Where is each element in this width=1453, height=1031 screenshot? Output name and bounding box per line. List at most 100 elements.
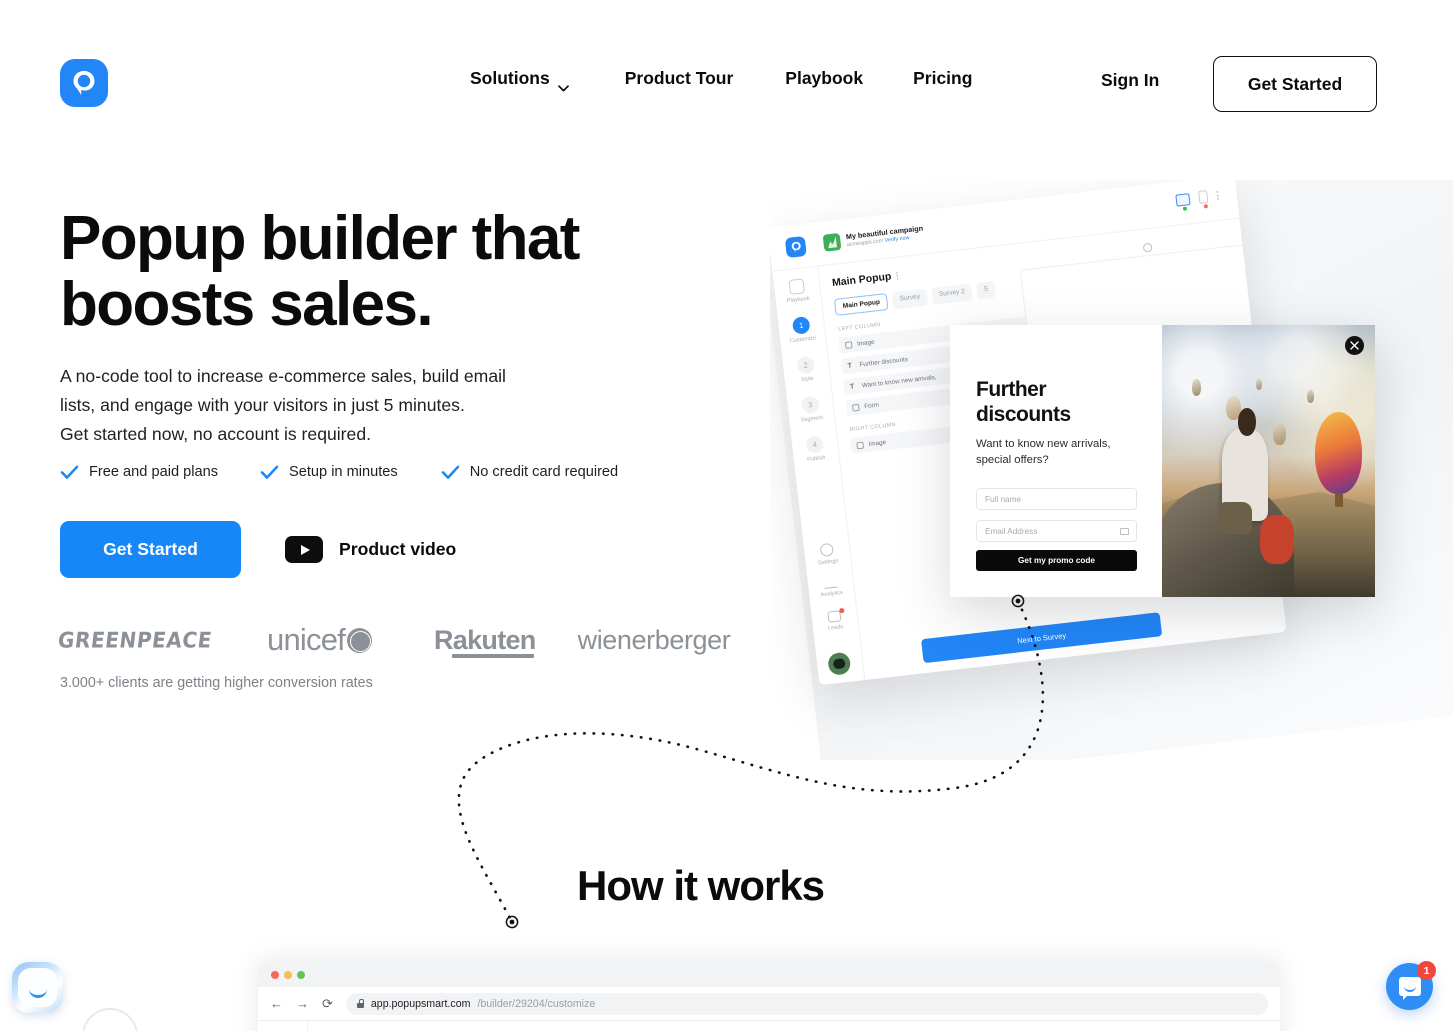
traffic-light-minimize-icon[interactable]: [284, 970, 292, 979]
nav-item-solutions[interactable]: Solutions: [470, 68, 569, 92]
reload-icon[interactable]: ⟳: [322, 997, 333, 1010]
image-icon: [844, 340, 853, 349]
sidebar-item-publish[interactable]: 4 Publish: [805, 435, 826, 463]
text-icon: T: [847, 361, 853, 370]
hero-subtitle-line-1: A no-code tool to increase e-commerce sa…: [60, 366, 506, 386]
feature-label: Free and paid plans: [89, 464, 218, 480]
arrow-left-icon[interactable]: ←: [270, 997, 283, 1010]
hero-feature-list: Free and paid plans Setup in minutes No …: [60, 464, 618, 480]
campaign-domain: acmeapps.com: [846, 238, 884, 249]
image-icon: [856, 441, 864, 449]
popupsmart-logo-icon[interactable]: [60, 59, 108, 107]
check-icon: [60, 465, 79, 480]
check-icon: [260, 465, 279, 480]
popup-heading: Further discounts: [976, 377, 1162, 427]
traffic-light-close-icon[interactable]: [271, 970, 279, 979]
popup-heading-line-1: Further: [976, 378, 1047, 401]
layer-label: Form: [863, 401, 880, 410]
campaign-verify-link[interactable]: Verify now: [884, 235, 909, 244]
step-badge: 4: [805, 435, 825, 455]
tab-survey-2[interactable]: Survey 2: [931, 283, 973, 305]
hero-subtitle: A no-code tool to increase e-commerce sa…: [60, 362, 630, 448]
tab-survey-3[interactable]: S: [975, 280, 997, 300]
popup-description-line-2: special offers?: [976, 454, 1049, 466]
app-content: [308, 1021, 1280, 1031]
smile-chat-icon[interactable]: [12, 962, 63, 1013]
browser-mockup: ← → ⟳ app.popupsmart.com/builder/29204/c…: [258, 962, 1280, 1031]
popup-preview: Further discounts Want to know new arriv…: [950, 325, 1375, 597]
desktop-icon[interactable]: [1175, 192, 1191, 211]
lock-icon: [356, 999, 365, 1008]
chat-unread-badge: 1: [1417, 961, 1436, 980]
mail-icon: [1120, 527, 1129, 535]
tab-main-popup[interactable]: Main Popup: [833, 292, 889, 316]
feature-item-no-credit-card: No credit card required: [441, 464, 618, 480]
popup-heading-line-2: discounts: [976, 403, 1071, 426]
form-icon: [851, 403, 860, 412]
sign-in-link[interactable]: Sign In: [1101, 70, 1159, 91]
browser-titlebar: [258, 962, 1280, 987]
layer-label: Further discounts: [859, 355, 909, 369]
nav-label-product-tour: Product Tour: [624, 68, 734, 88]
balloon-small: [1272, 422, 1286, 445]
nav-item-pricing[interactable]: Pricing: [913, 68, 972, 89]
chat-bubble-icon[interactable]: 1: [1386, 961, 1436, 1010]
nav-label-pricing: Pricing: [913, 68, 973, 88]
feature-label: Setup in minutes: [289, 464, 398, 480]
mobile-icon[interactable]: [1198, 190, 1209, 209]
person-figure: [1218, 407, 1269, 535]
popup-email-placeholder: Email Address: [985, 526, 1038, 536]
popup-description: Want to know new arrivals, special offer…: [976, 436, 1136, 468]
address-bar[interactable]: app.popupsmart.com/builder/29204/customi…: [345, 992, 1268, 1015]
sidebar-item-style[interactable]: 2 Style: [796, 355, 816, 384]
builder-campaign-info: My beautiful campaign acmeapps.com Verif…: [822, 224, 925, 252]
nav-item-playbook[interactable]: Playbook: [785, 68, 863, 89]
site-header: Solutions Product Tour Playbook Pricing …: [0, 0, 1453, 168]
nav-label-solutions: Solutions: [470, 68, 550, 88]
sidebar-label: Style: [800, 375, 814, 384]
main-nav: Solutions Product Tour Playbook Pricing: [470, 68, 972, 92]
balloon-small: [1191, 379, 1202, 396]
balloon-small: [1306, 390, 1315, 403]
chevron-down-icon: [557, 76, 569, 92]
sidebar-item-segment[interactable]: 3 Segment: [798, 395, 824, 424]
popup-email-field[interactable]: Email Address: [976, 520, 1137, 542]
sidebar-label: Playbook: [786, 295, 811, 305]
layer-label: Image: [856, 338, 875, 348]
popup-preview-image: [1162, 325, 1375, 597]
step-badge: 3: [800, 395, 820, 415]
panel-title-label: Main Popup: [831, 270, 892, 290]
header-get-started-button[interactable]: Get Started: [1213, 56, 1377, 112]
hero-title-line-1: Popup builder that: [60, 204, 580, 273]
tab-survey[interactable]: Survey: [891, 288, 929, 310]
kebab-menu-icon[interactable]: [1216, 190, 1220, 200]
nav-label-playbook: Playbook: [785, 68, 864, 88]
hero-title-line-2: boosts sales.: [60, 270, 434, 339]
hero-subtitle-line-3: Get started now, no account is required.: [60, 423, 372, 444]
sidebar-item-playbook[interactable]: Playbook: [785, 278, 811, 305]
url-host: app.popupsmart.com: [370, 997, 471, 1010]
kebab-menu-icon[interactable]: [895, 272, 899, 280]
sidebar-item-customize[interactable]: 1 Customize: [787, 315, 816, 344]
hero-subtitle-line-2: lists, and engage with your visitors in …: [60, 394, 465, 415]
text-icon: T: [849, 382, 855, 391]
device-toggles: [1175, 189, 1220, 211]
gear-icon: [819, 542, 834, 558]
sidebar-label: Publish: [806, 455, 826, 464]
popup-full-name-field[interactable]: Full name: [976, 488, 1137, 510]
hero-title: Popup builder that boosts sales.: [60, 206, 680, 338]
step-badge: 2: [796, 355, 816, 375]
arrow-right-icon[interactable]: →: [296, 997, 309, 1010]
product-video-link[interactable]: Product video: [285, 536, 456, 563]
app-sidebar: [258, 1021, 308, 1031]
layer-label: Want to know new arrivals,: [861, 373, 937, 389]
sidebar-label: Segment: [800, 415, 824, 424]
balloon-small: [1255, 379, 1263, 391]
close-icon[interactable]: [1345, 336, 1364, 355]
traffic-light-maximize-icon[interactable]: [297, 970, 305, 979]
feature-item-setup-in-minutes: Setup in minutes: [260, 464, 398, 480]
sidebar-label: Customize: [789, 335, 817, 345]
decorative-ring: [82, 1008, 138, 1031]
nav-item-product-tour[interactable]: Product Tour: [625, 68, 734, 89]
popup-preview-content: Further discounts Want to know new arriv…: [950, 325, 1162, 597]
